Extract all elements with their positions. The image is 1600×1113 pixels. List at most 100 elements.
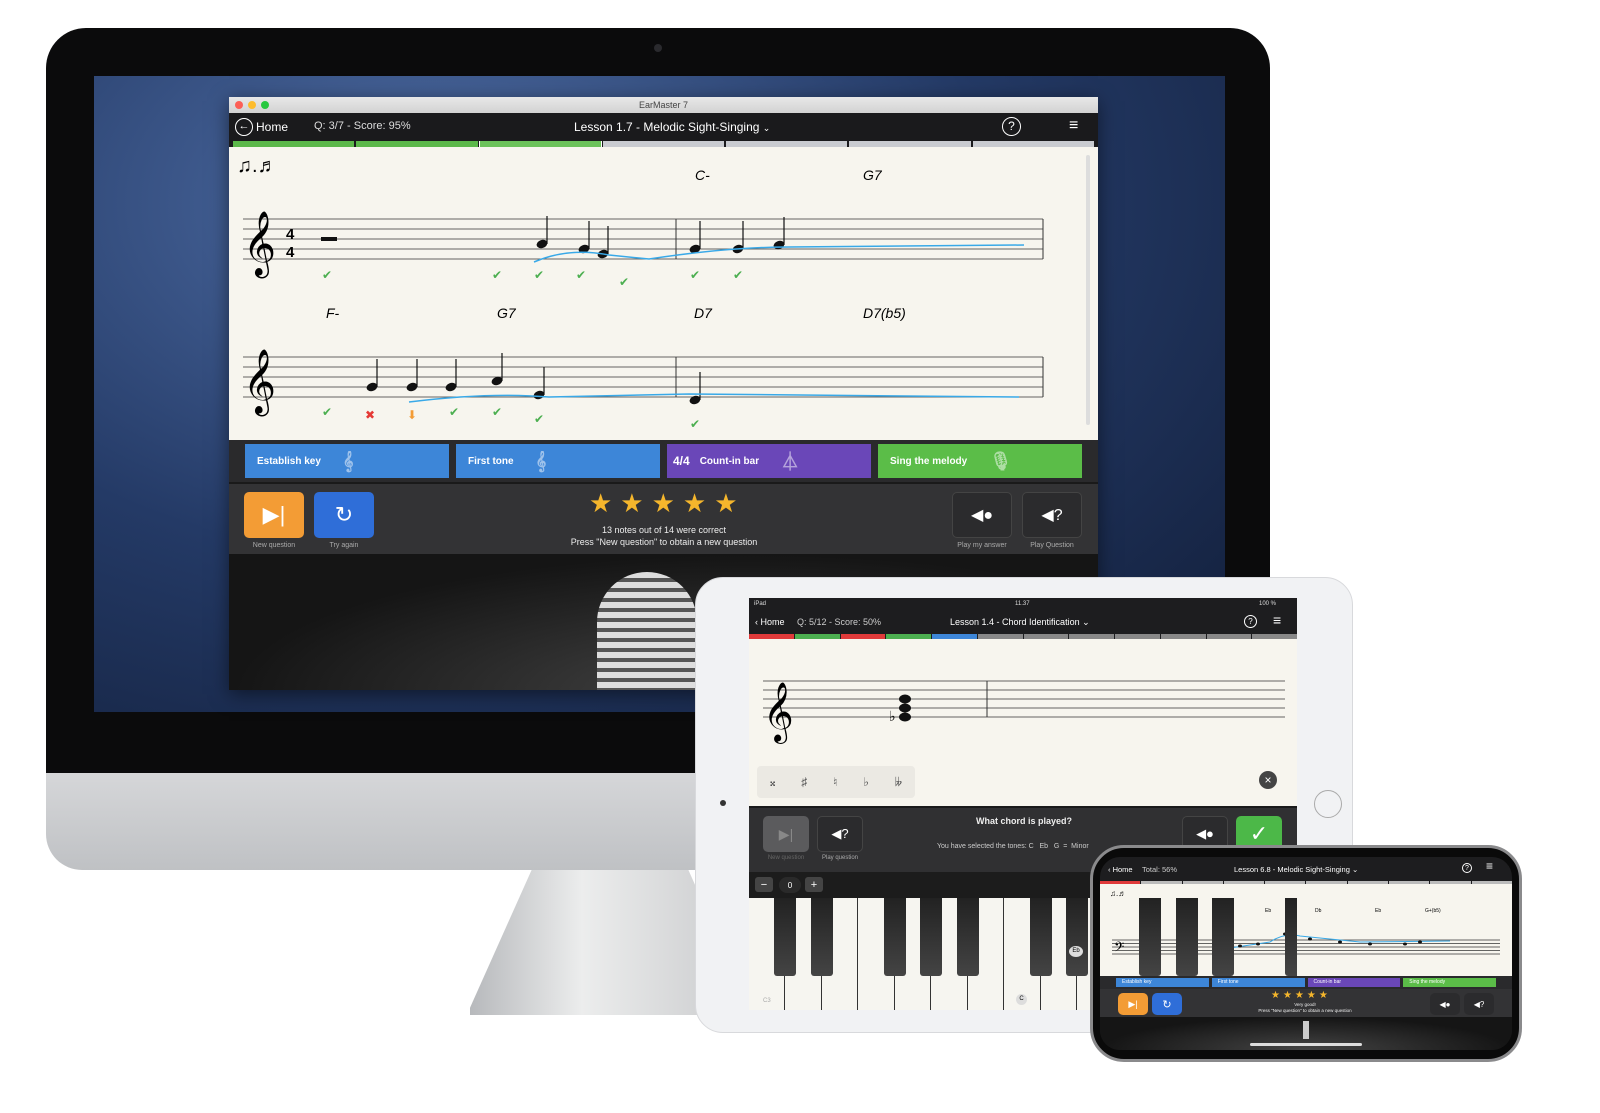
chord-symbol: Eb [1265, 908, 1272, 914]
status-device: iPad [754, 601, 767, 607]
play-my-answer-button[interactable]: ◀︎● [952, 492, 1012, 538]
clear-icon[interactable]: × [1259, 771, 1277, 789]
close-button[interactable] [235, 101, 243, 109]
new-question-label: New question [252, 542, 296, 549]
status-bar: iPad 11.37 100 % [749, 598, 1297, 610]
score-area: 𝄞 𝄞 4 4 ✔ ✔ ✔ ✔ ✔ ✔ ✔ ✔ ✔ ✔ ✔ ✔ ✖ ⬇ C- G7 F- G7 D7 D7(b5)… [229, 147, 1098, 440]
accidental-button[interactable]: ♮ [833, 775, 837, 789]
home-button[interactable]: ‹ Home [755, 617, 785, 627]
toolbar: ← Home Q: 3/7 - Score: 95% Lesson 1.7 - … [229, 113, 1098, 141]
menu-icon[interactable]: ≡ [1273, 612, 1281, 628]
octave-down-button[interactable]: − [755, 877, 773, 892]
play-question-button[interactable]: ◀︎? [1464, 993, 1494, 1015]
note-head [1256, 942, 1260, 946]
correct-checkmark-icon: ✔ [690, 417, 700, 431]
step-label: Sing the melody [890, 455, 968, 467]
step-button[interactable]: Sing the melody [1403, 978, 1496, 987]
note-head [1418, 940, 1422, 944]
step-button[interactable]: Establish key 𝄞 [245, 444, 449, 478]
minimize-button[interactable] [248, 101, 256, 109]
play-question-button[interactable]: ◀︎? [817, 816, 863, 852]
ipad-screen: iPad 11.37 100 % ‹ Home Q: 5/12 - Score:… [749, 598, 1297, 1010]
note-head [1238, 944, 1242, 948]
step-button[interactable]: First tone 𝄞 [456, 444, 660, 478]
lesson-title-dropdown[interactable]: Lesson 1.7 - Melodic Sight-Singing ⌄ [574, 120, 770, 134]
help-icon[interactable]: ? [1462, 863, 1472, 873]
lesson-title-dropdown[interactable]: Lesson 1.4 - Chord Identification ⌄ [950, 617, 1090, 628]
accidental-button[interactable]: 𝄫 [895, 775, 902, 790]
correct-checkmark-icon: ✔ [690, 268, 700, 282]
step-button[interactable]: Establish key [1116, 978, 1209, 987]
new-question-button[interactable]: ▶| [244, 492, 304, 538]
home-indicator[interactable] [1250, 1043, 1362, 1046]
control-panel: ▶| ↻ ★★★★★ Very good! Press "New questio… [1100, 989, 1512, 1017]
note-head [899, 694, 911, 704]
time-signature-glyph: 4 [286, 226, 295, 243]
new-question-button[interactable]: ▶| [763, 816, 809, 852]
home-button-hardware[interactable] [1314, 790, 1342, 818]
chord-symbol: G+(b5) [1425, 908, 1441, 914]
octave-value: 0 [779, 877, 801, 893]
black-key[interactable] [774, 898, 796, 976]
status-battery: 100 % [1259, 601, 1277, 607]
chord-symbol: D7 [694, 305, 712, 321]
treble-clef-icon: 𝄞 [243, 349, 276, 416]
flat-icon: ♭ [889, 708, 896, 724]
menu-icon[interactable]: ≡ [1069, 117, 1078, 135]
help-icon[interactable]: ? [1002, 117, 1021, 136]
back-arrow-icon[interactable]: ← [235, 118, 253, 136]
correct-checkmark-icon: ✔ [733, 268, 743, 282]
microphone-area [1100, 1017, 1512, 1050]
step-button[interactable]: First tone [1211, 978, 1305, 987]
menu-icon[interactable]: ≡ [1486, 859, 1493, 873]
selection-text: You have selected the tones: C Eb G = Mi… [937, 843, 1089, 850]
correct-checkmark-icon: ✔ [322, 268, 332, 282]
black-key[interactable] [1066, 898, 1088, 976]
step-button[interactable]: 4/4 Count-in bar ⏃ [667, 444, 871, 478]
step-button[interactable]: Sing the melody 🎙 [878, 444, 1082, 478]
black-key[interactable] [956, 898, 979, 976]
control-panel: ▶| New question ↻ Try again ★★★★★ 13 not… [229, 482, 1098, 554]
correct-checkmark-icon: ✔ [534, 412, 544, 426]
black-key[interactable] [1212, 898, 1234, 976]
home-button[interactable]: Home [256, 120, 288, 134]
try-again-button[interactable]: ↻ [1152, 993, 1182, 1015]
help-icon[interactable]: ? [1244, 615, 1257, 628]
pitch-trace [408, 393, 1020, 403]
step-button[interactable]: Count-in bar [1307, 978, 1401, 987]
lesson-title-dropdown[interactable]: Lesson 6.8 - Melodic Sight-Singing ⌄ [1234, 865, 1358, 874]
new-question-button[interactable]: ▶| [1118, 993, 1148, 1015]
octave-up-button[interactable]: + [805, 877, 823, 892]
black-key[interactable] [810, 898, 833, 976]
lesson-title: Lesson 1.4 - Chord Identification [950, 617, 1080, 627]
black-key[interactable] [1285, 898, 1297, 976]
time-signature-glyph: 4 [286, 244, 295, 261]
step-bar: Establish key First tone Count-in bar Sing … [1100, 976, 1512, 989]
accidental-button[interactable]: 𝄪 [770, 775, 775, 790]
play-question-button[interactable]: ◀︎? [1022, 492, 1082, 538]
black-key[interactable] [883, 898, 906, 976]
camera-icon [720, 800, 726, 806]
black-key[interactable] [1029, 898, 1052, 976]
correct-checkmark-icon: ✔ [492, 268, 502, 282]
toolbar: ‹ Home Total: 56% Lesson 6.8 - Melodic S… [1100, 857, 1512, 881]
step-label: Count-in bar [699, 455, 760, 467]
black-key[interactable] [1175, 898, 1198, 976]
treble-clef-icon: 𝄞 [243, 211, 276, 278]
home-button[interactable]: ‹ Home [1108, 865, 1133, 874]
chord-symbol: C- [695, 167, 710, 183]
play-my-answer-button[interactable]: ◀︎● [1430, 993, 1460, 1015]
try-again-button[interactable]: ↻ [314, 492, 374, 538]
scrollbar[interactable] [1086, 155, 1090, 425]
note-head [1403, 942, 1407, 946]
zoom-button[interactable] [261, 101, 269, 109]
status-time: 11.37 [1015, 601, 1030, 607]
bass-clef-icon: 𝄢 [1114, 941, 1124, 958]
black-key[interactable] [1139, 898, 1161, 976]
star-rating: ★★★★★ [1271, 990, 1331, 1001]
black-key[interactable] [920, 898, 942, 976]
title-bar: EarMaster 7 [229, 97, 1098, 113]
accidental-button[interactable]: ♯ [801, 775, 807, 789]
chord-symbol: G7 [863, 167, 882, 183]
accidental-button[interactable]: ♭ [863, 775, 869, 789]
